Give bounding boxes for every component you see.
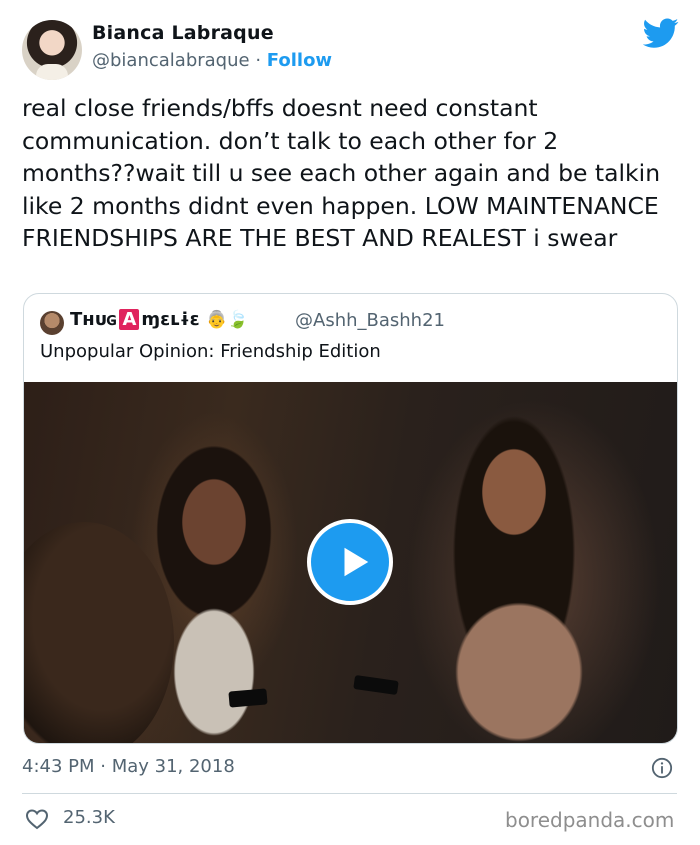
play-button[interactable] [307,519,393,605]
quoted-name-emojis: 👵🍃 [205,310,249,330]
video-figure-right [404,402,634,743]
quoted-tweet[interactable]: Tʜᴜɢ Aɱɛʟɨɛ 👵🍃 @Ashh_Bashh21 Unpopular Op… [23,293,678,744]
heart-icon[interactable] [25,808,49,830]
quoted-avatar[interactable] [40,311,64,335]
quoted-name-part1: Tʜᴜɢ [70,309,118,330]
quoted-author-name[interactable]: Tʜᴜɢ Aɱɛʟɨɛ 👵🍃 [70,309,248,330]
author-handle-row: @biancalabraque · Follow [92,50,332,71]
quoted-text: Unpopular Opinion: Friendship Edition [40,341,381,362]
video-player[interactable] [24,382,677,743]
quoted-name-part2: A [119,309,140,330]
video-phone-1 [228,688,268,708]
author-name[interactable]: Bianca Labraque [92,22,274,44]
tweet-timestamp[interactable]: 4:43 PM · May 31, 2018 [22,756,235,777]
watermark: boredpanda.com [505,808,675,832]
tweet-text: real close friends/bffs doesnt need cons… [22,94,661,253]
author-avatar[interactable] [22,20,82,80]
divider [22,793,677,794]
like-count[interactable]: 25.3K [63,807,115,828]
quoted-handle: @Ashh_Bashh21 [295,310,445,331]
play-icon [344,547,369,577]
follow-button[interactable]: Follow [267,50,332,71]
author-handle[interactable]: @biancalabraque [92,50,250,71]
separator-dot: · [255,50,262,71]
twitter-bird-icon[interactable] [643,15,679,51]
quoted-name-part3: ɱɛʟɨɛ [141,309,200,330]
info-icon[interactable] [651,757,673,779]
